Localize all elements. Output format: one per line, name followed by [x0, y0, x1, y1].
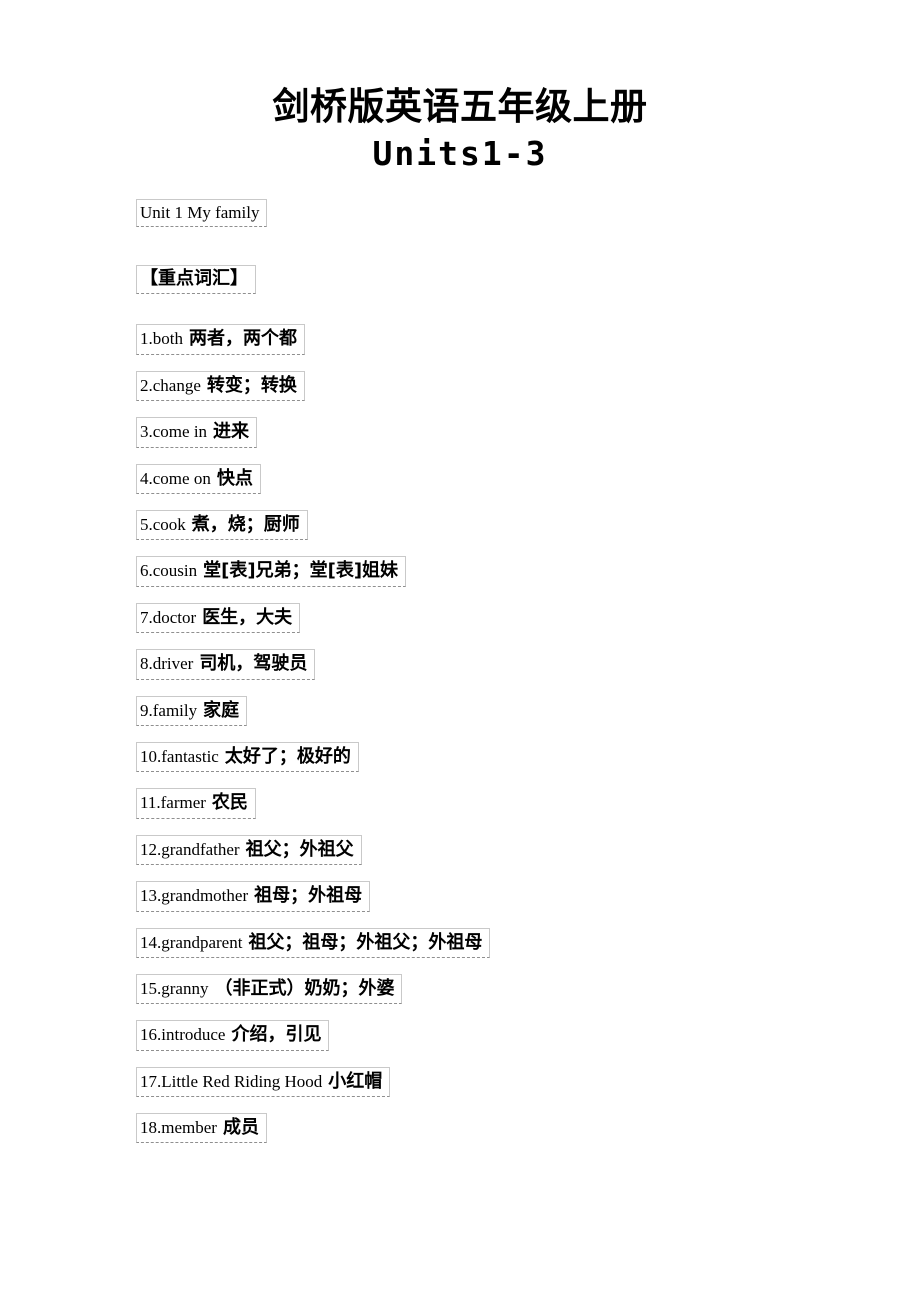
vocabulary-entry: 10.fantastic 太好了；极好的 — [136, 741, 359, 773]
list-item: 9.family 家庭 — [136, 695, 920, 726]
unit-heading-row: Unit 1 My family — [136, 198, 920, 227]
document-body: Unit 1 My family 【重点词汇】 1.both 两者，两个都 2.ch… — [0, 198, 920, 1144]
list-item: 18.member 成员 — [136, 1113, 920, 1144]
vocabulary-entry: 11.farmer 农民 — [136, 788, 256, 819]
vocabulary-term: 16.introduce — [140, 1025, 226, 1045]
vocabulary-entry: 1.both 两者，两个都 — [136, 324, 305, 355]
document-title-chinese: 剑桥版英语五年级上册 — [272, 85, 648, 128]
unit-heading: Unit 1 My family — [136, 198, 268, 227]
vocabulary-entry: 4.come on 快点 — [136, 463, 261, 495]
list-item: 12.grandfather 祖父；外祖父 — [136, 834, 920, 866]
vocabulary-term: 4.come on — [140, 468, 211, 488]
vocabulary-definition: 祖父；外祖父 — [245, 838, 354, 860]
vocabulary-term: 9.family — [140, 700, 198, 720]
vocabulary-term: 12.grandfather — [140, 839, 240, 859]
section-label-key-vocabulary: 【重点词汇】 — [136, 264, 256, 295]
section-label-row: 【重点词汇】 — [136, 264, 920, 295]
vocabulary-entry: 18.member 成员 — [136, 1113, 267, 1144]
vocabulary-term: 14.grandparent — [140, 932, 243, 952]
vocabulary-definition: 太好了；极好的 — [224, 745, 351, 767]
vocabulary-term: 8.driver — [140, 654, 194, 674]
list-item: 14.grandparent 祖父；祖母；外祖父；外祖母 — [136, 927, 920, 958]
list-item: 6.cousin 堂[表]兄弟；堂[表]姐妹 — [136, 556, 920, 587]
list-item: 11.farmer 农民 — [136, 788, 920, 819]
vocabulary-term: 5.cook — [140, 515, 186, 535]
vocabulary-term: 13.grandmother — [140, 886, 249, 906]
vocabulary-definition: 小红帽 — [328, 1070, 383, 1092]
vocabulary-entry: 12.grandfather 祖父；外祖父 — [136, 834, 362, 866]
vocabulary-definition: 医生，大夫 — [202, 606, 293, 628]
vocabulary-definition: 快点 — [216, 467, 253, 489]
vocabulary-entry: 3.come in 进来 — [136, 417, 258, 448]
vocabulary-entry: 8.driver 司机，驾驶员 — [136, 649, 316, 680]
vocabulary-definition: 堂[表]兄弟；堂[表]姐妹 — [203, 560, 399, 582]
vocabulary-list: 1.both 两者，两个都 2.change 转变；转换 3.come in 进来 4.co… — [136, 324, 920, 1144]
list-item: 16.introduce 介绍，引见 — [136, 1020, 920, 1051]
list-item: 7.doctor 医生，大夫 — [136, 602, 920, 634]
list-item: 15.granny （非正式）奶奶；外婆 — [136, 973, 920, 1005]
vocabulary-term: 2.change — [140, 375, 201, 395]
vocabulary-entry: 16.introduce 介绍，引见 — [136, 1020, 330, 1051]
vocabulary-term: 15.granny — [140, 978, 209, 998]
vocabulary-term: 6.cousin — [140, 561, 198, 581]
list-item: 5.cook 煮，烧；厨师 — [136, 510, 920, 541]
vocabulary-definition: 进来 — [213, 421, 250, 443]
list-item: 17.Little Red Riding Hood 小红帽 — [136, 1066, 920, 1098]
vocabulary-definition: 两者，两个都 — [188, 328, 297, 350]
list-item: 2.change 转变；转换 — [136, 370, 920, 402]
vocabulary-term: 11.farmer — [140, 793, 206, 813]
vocabulary-term: 17.Little Red Riding Hood — [140, 1071, 323, 1091]
list-item: 3.come in 进来 — [136, 417, 920, 448]
document-page: { "document": { "title_cn": "剑桥版英语五年级上册"… — [0, 0, 920, 1302]
vocabulary-entry: 6.cousin 堂[表]兄弟；堂[表]姐妹 — [136, 556, 407, 587]
list-item: 4.come on 快点 — [136, 463, 920, 495]
vocabulary-entry: 7.doctor 医生，大夫 — [136, 602, 301, 634]
vocabulary-definition: 祖母；外祖母 — [254, 885, 363, 907]
vocabulary-definition: 祖父；祖母；外祖父；外祖母 — [248, 931, 483, 953]
vocabulary-term: 10.fantastic — [140, 746, 219, 766]
vocabulary-term: 3.come in — [140, 422, 208, 442]
vocabulary-term: 7.doctor — [140, 607, 197, 627]
vocabulary-entry: 14.grandparent 祖父；祖母；外祖父；外祖母 — [136, 927, 491, 958]
vocabulary-definition: 家庭 — [203, 699, 240, 721]
vocabulary-definition: （非正式）奶奶；外婆 — [214, 977, 395, 999]
vocabulary-definition: 农民 — [211, 792, 248, 814]
vocabulary-entry: 2.change 转变；转换 — [136, 370, 305, 402]
vocabulary-definition: 转变；转换 — [206, 374, 297, 396]
list-item: 13.grandmother 祖母；外祖母 — [136, 881, 920, 912]
vocabulary-definition: 司机，驾驶员 — [199, 653, 308, 675]
vocabulary-entry: 9.family 家庭 — [136, 695, 248, 726]
vocabulary-definition: 成员 — [222, 1117, 259, 1139]
vocabulary-entry: 17.Little Red Riding Hood 小红帽 — [136, 1066, 391, 1098]
vocabulary-definition: 介绍，引见 — [231, 1024, 322, 1046]
list-item: 8.driver 司机，驾驶员 — [136, 649, 920, 680]
vocabulary-term: 18.member — [140, 1118, 217, 1138]
vocabulary-term: 1.both — [140, 329, 183, 349]
list-item: 1.both 两者，两个都 — [136, 324, 920, 355]
vocabulary-entry: 13.grandmother 祖母；外祖母 — [136, 881, 371, 912]
vocabulary-definition: 煮，烧；厨师 — [191, 514, 300, 536]
document-title-units: Units1-3 — [372, 134, 548, 174]
list-item: 10.fantastic 太好了；极好的 — [136, 741, 920, 773]
vocabulary-entry: 5.cook 煮，烧；厨师 — [136, 510, 308, 541]
document-title-block: 剑桥版英语五年级上册 Units1-3 — [0, 0, 920, 175]
vocabulary-entry: 15.granny （非正式）奶奶；外婆 — [136, 973, 403, 1005]
